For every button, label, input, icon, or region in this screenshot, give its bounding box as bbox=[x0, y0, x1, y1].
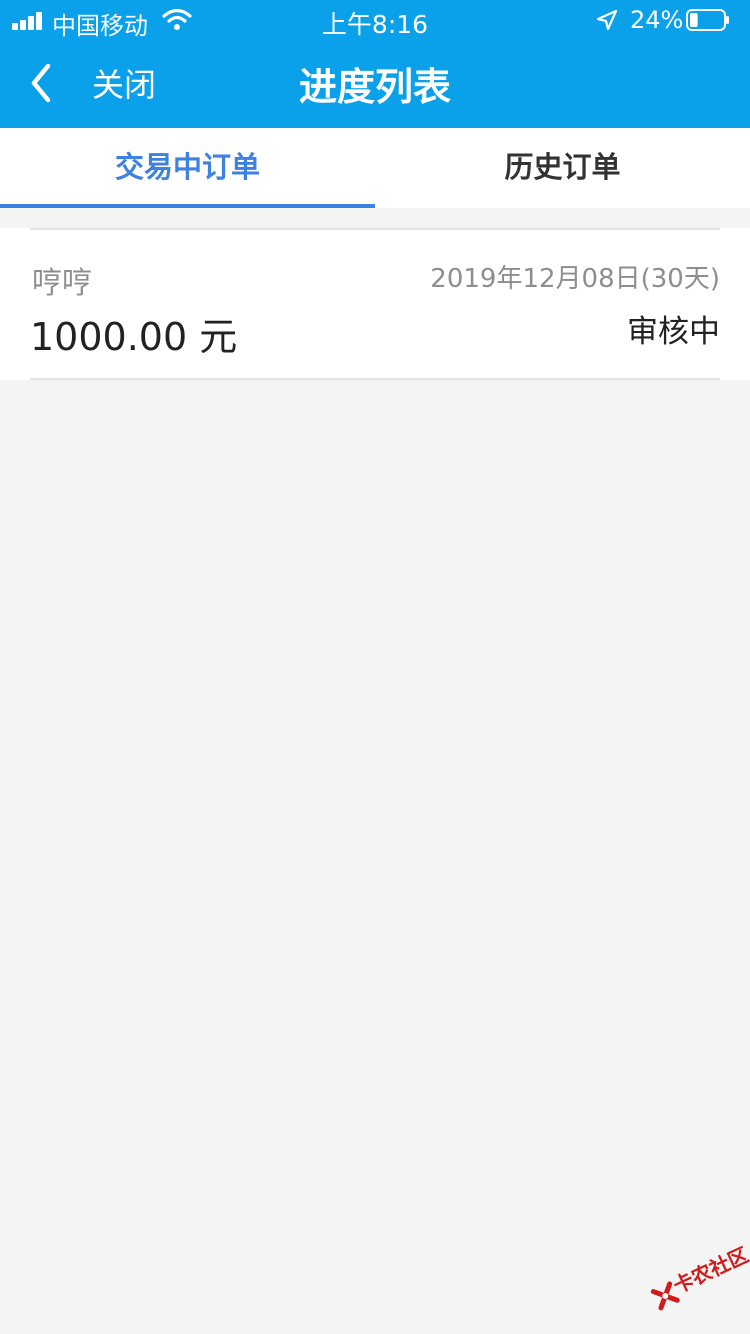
page-title: 进度列表 bbox=[298, 65, 451, 109]
battery-icon bbox=[686, 9, 729, 31]
divider bbox=[30, 228, 720, 230]
location-arrow-icon bbox=[596, 9, 618, 31]
tab-history-orders[interactable]: 历史订单 bbox=[375, 128, 750, 208]
app-header: 中国移动 上午8:16 24% 关闭 进度列表 bbox=[0, 0, 750, 128]
list-item[interactable]: 哼哼 1000.00 元 2019年12月08日(30天) 审核中 bbox=[0, 228, 750, 380]
battery-percent: 24% bbox=[630, 6, 684, 34]
order-date: 2019年12月08日(30天) bbox=[430, 264, 720, 294]
divider bbox=[30, 378, 720, 380]
order-name: 哼哼 bbox=[32, 266, 92, 301]
watermark-logo: 卡农社区 bbox=[638, 1228, 750, 1327]
tab-trading-orders[interactable]: 交易中订单 bbox=[0, 128, 375, 208]
watermark-text: 卡农社区 bbox=[669, 1242, 750, 1299]
status-bar: 中国移动 上午8:16 24% bbox=[0, 0, 750, 40]
order-tabs: 交易中订单 历史订单 bbox=[0, 128, 750, 208]
order-status: 审核中 bbox=[627, 314, 720, 350]
order-amount: 1000.00 元 bbox=[30, 315, 238, 359]
navigation-bar: 关闭 进度列表 bbox=[0, 40, 750, 128]
